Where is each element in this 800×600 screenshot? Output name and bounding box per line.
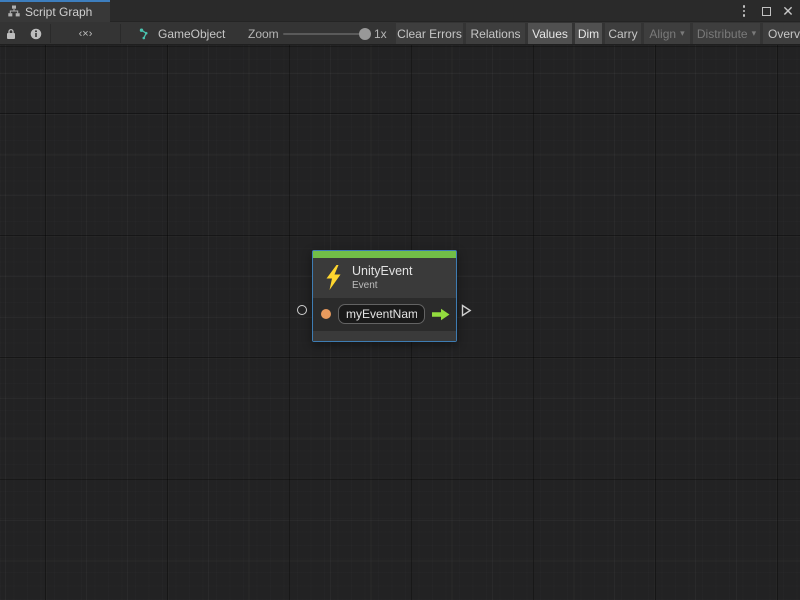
button-label: Distribute xyxy=(697,27,748,41)
chevron-down-icon: ▾ xyxy=(680,28,685,39)
code-icon: ‹×› xyxy=(79,28,93,40)
node-accent-bar xyxy=(313,251,456,258)
target-gameobject-button[interactable]: GameObject xyxy=(133,23,231,44)
script-graph-icon xyxy=(8,5,20,17)
zoom-label: Zoom xyxy=(248,22,279,45)
menu-icon[interactable] xyxy=(736,3,752,19)
tab-title: Script Graph xyxy=(25,4,92,19)
node-port-row xyxy=(313,298,456,330)
button-label: Overview xyxy=(768,27,800,41)
tab-active-indicator xyxy=(0,0,110,2)
zoom-slider[interactable] xyxy=(283,33,365,35)
dim-toggle-button[interactable]: Dim xyxy=(575,23,602,44)
overview-button[interactable]: Overview xyxy=(763,23,800,44)
button-label: Align xyxy=(649,27,676,41)
align-dropdown-button[interactable]: Align ▾ xyxy=(644,23,690,44)
info-icon xyxy=(30,28,42,40)
button-label: Carry xyxy=(608,27,637,41)
gameobject-icon xyxy=(139,28,152,40)
lightning-bolt-icon xyxy=(325,265,342,290)
distribute-dropdown-button[interactable]: Distribute ▾ xyxy=(693,23,760,44)
button-label: Relations xyxy=(470,27,520,41)
maximize-icon[interactable] xyxy=(758,3,774,19)
graph-canvas[interactable]: UnityEvent Event xyxy=(0,45,800,600)
script-graph-window: Script Graph ✕ xyxy=(0,0,800,600)
button-label: Clear Errors xyxy=(397,27,462,41)
node-title: UnityEvent xyxy=(352,264,412,278)
event-name-input-port[interactable] xyxy=(321,309,331,319)
zoom-value: 1x xyxy=(374,22,387,45)
flow-output-port[interactable] xyxy=(461,304,472,322)
chevron-down-icon: ▾ xyxy=(752,28,757,39)
node-footer xyxy=(313,330,456,341)
values-toggle-button[interactable]: Values xyxy=(528,23,572,44)
close-icon[interactable]: ✕ xyxy=(780,3,796,19)
graph-toolbar: ‹×› GameObject Zoom 1x Clear Errors Rela… xyxy=(0,22,800,45)
trigger-arrow-icon[interactable] xyxy=(432,308,450,321)
code-view-button[interactable]: ‹×› xyxy=(51,23,120,44)
node-header[interactable]: UnityEvent Event xyxy=(313,258,456,298)
node-subtitle: Event xyxy=(352,280,412,291)
tab-script-graph[interactable]: Script Graph xyxy=(0,0,110,22)
window-controls: ✕ xyxy=(736,0,796,22)
value-input-port[interactable] xyxy=(297,305,307,315)
info-button[interactable] xyxy=(22,23,50,44)
button-label: Values xyxy=(532,27,568,41)
zoom-slider-handle[interactable] xyxy=(359,28,371,40)
unity-event-node[interactable]: UnityEvent Event xyxy=(312,250,457,342)
clear-errors-button[interactable]: Clear Errors xyxy=(396,23,463,44)
lock-button[interactable] xyxy=(0,23,22,44)
event-name-field[interactable] xyxy=(338,304,425,324)
relations-button[interactable]: Relations xyxy=(466,23,525,44)
lock-icon xyxy=(6,28,16,40)
target-label: GameObject xyxy=(158,27,225,41)
titlebar: Script Graph ✕ xyxy=(0,0,800,22)
button-label: Dim xyxy=(578,27,599,41)
toolbar-separator xyxy=(120,24,121,43)
carry-toggle-button[interactable]: Carry xyxy=(605,23,641,44)
